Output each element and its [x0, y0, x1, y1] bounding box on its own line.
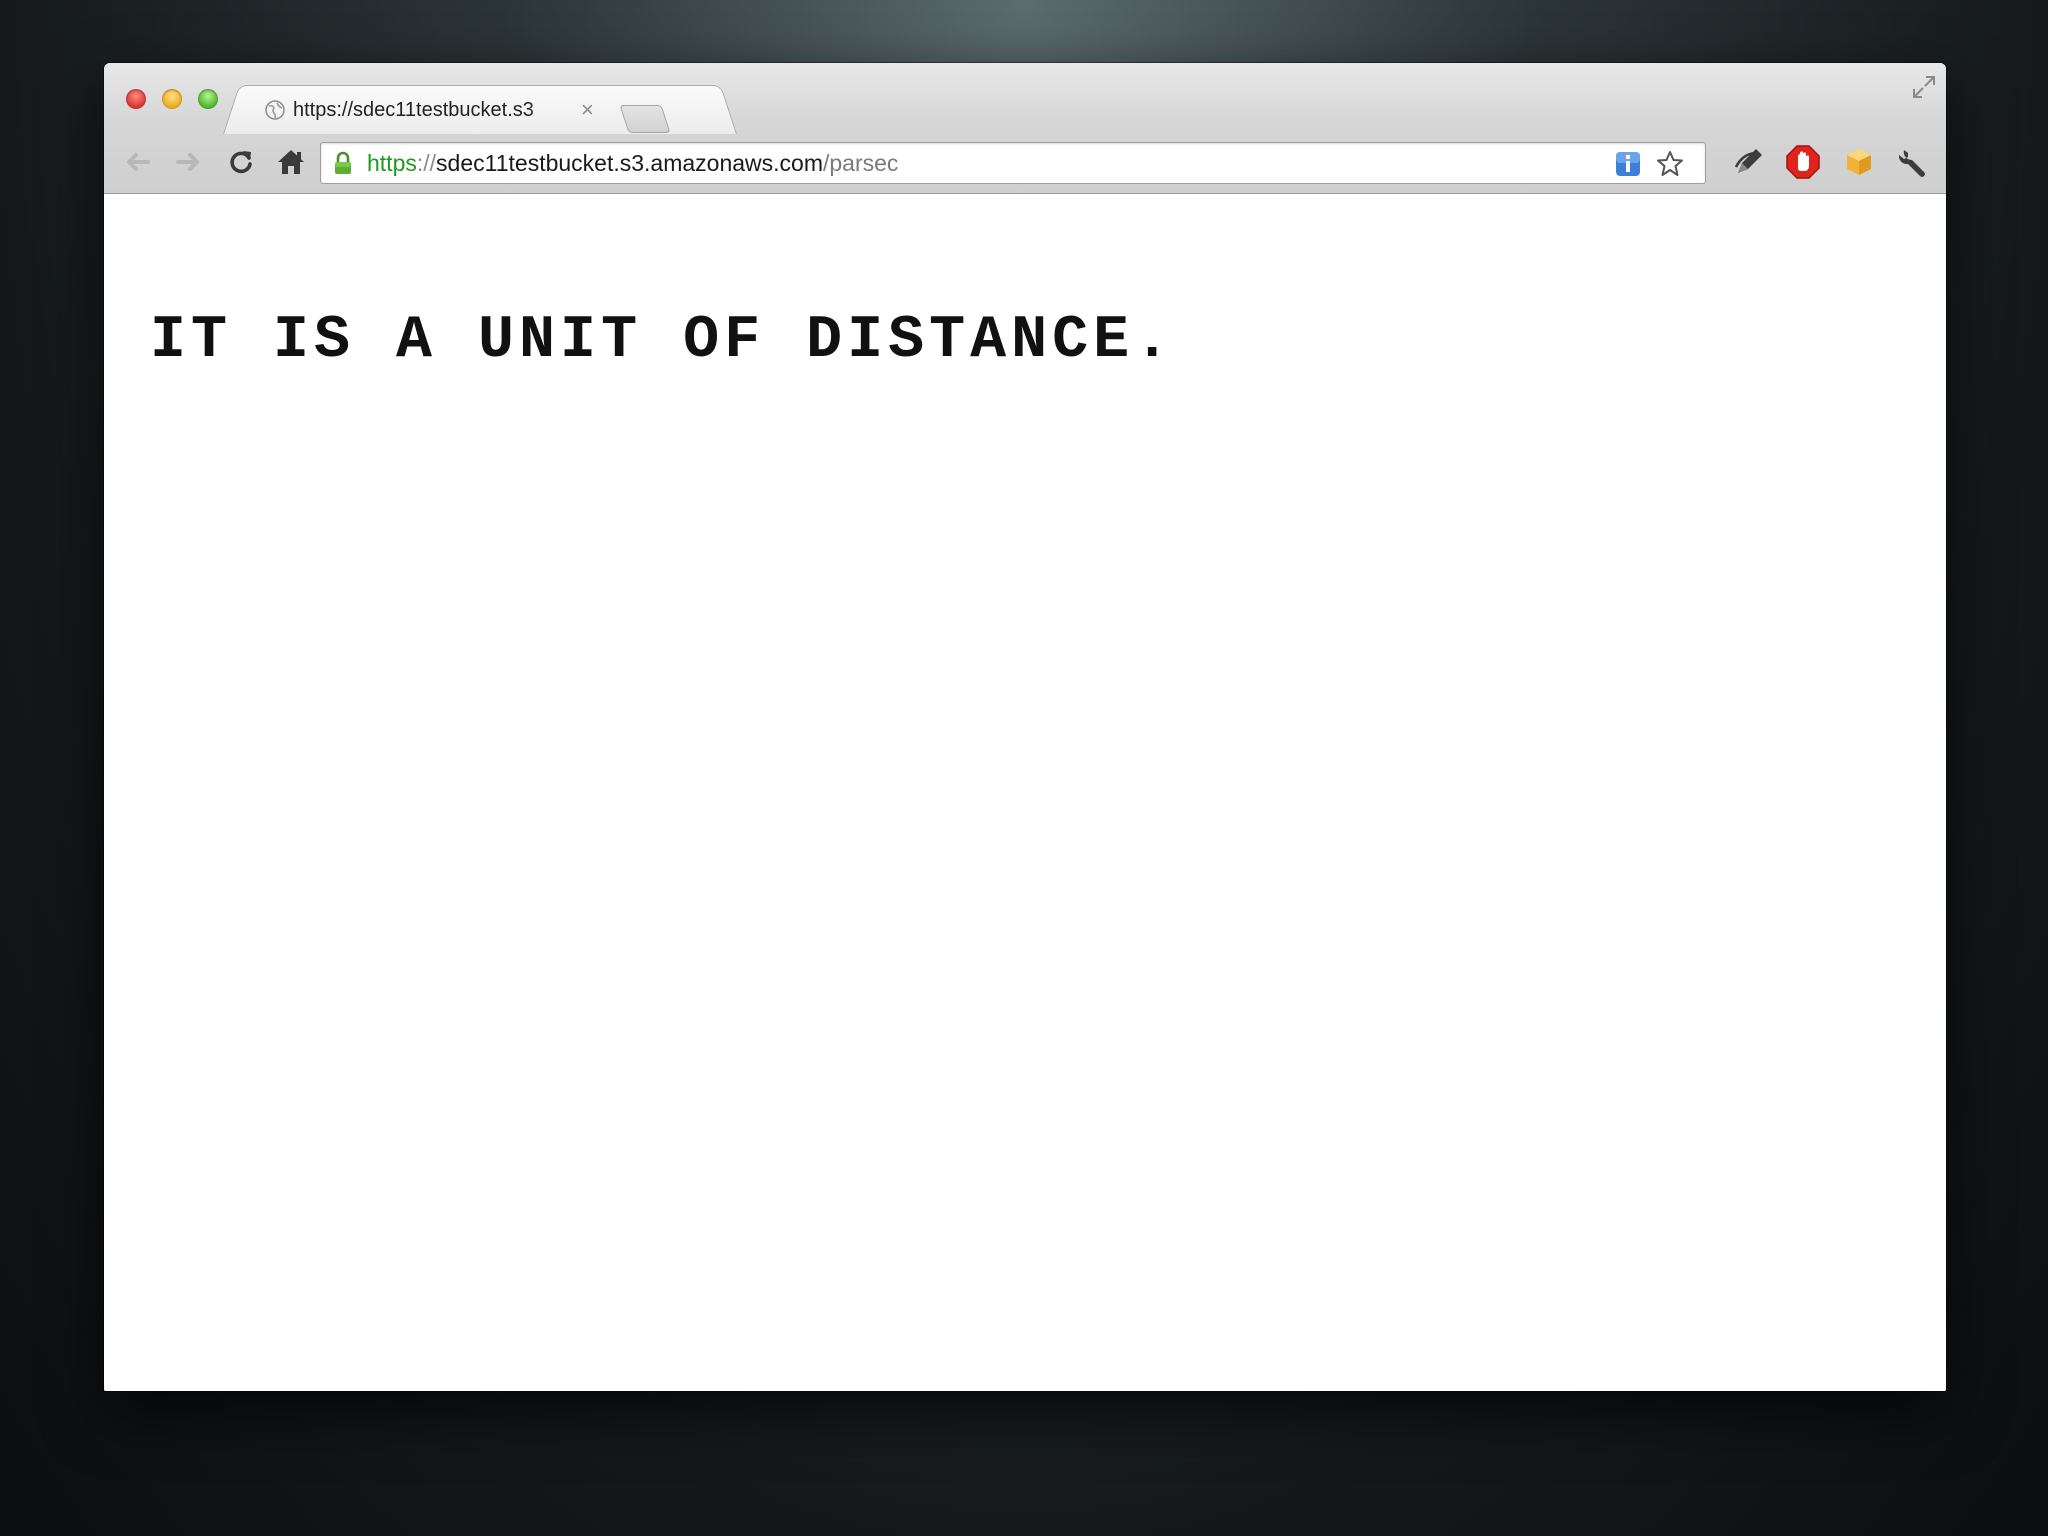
- close-tab-icon[interactable]: ×: [581, 97, 594, 122]
- page-content: IT IS A UNIT OF DISTANCE.: [104, 194, 1946, 1391]
- url-host: sdec11testbucket.s3.amazonaws.com: [436, 150, 823, 176]
- info-extension-icon[interactable]: [1613, 149, 1643, 179]
- bookmark-star-icon[interactable]: [1655, 149, 1685, 179]
- minimize-window-button[interactable]: [162, 89, 182, 109]
- lock-icon: [333, 151, 353, 175]
- fullscreen-icon[interactable]: [1908, 71, 1940, 103]
- pen-extension-icon[interactable]: [1730, 143, 1768, 181]
- globe-icon: [263, 98, 287, 122]
- close-window-button[interactable]: [126, 89, 146, 109]
- browser-chrome: https://sdec11testbucket.s3 × https://sd…: [104, 63, 1946, 194]
- stop-extension-icon[interactable]: [1784, 143, 1822, 181]
- zoom-window-button[interactable]: [198, 89, 218, 109]
- page-heading-text: IT IS A UNIT OF DISTANCE.: [150, 307, 1176, 375]
- new-tab-button[interactable]: [619, 105, 671, 133]
- tab-title: https://sdec11testbucket.s3: [293, 98, 534, 121]
- reload-icon[interactable]: [222, 143, 260, 181]
- cube-extension-icon[interactable]: [1840, 143, 1878, 181]
- address-bar[interactable]: https://sdec11testbucket.s3.amazonaws.co…: [320, 142, 1706, 184]
- url-path: /parsec: [822, 150, 899, 176]
- browser-window: https://sdec11testbucket.s3 × https://sd…: [104, 63, 1946, 1391]
- url-separator: ://: [416, 150, 437, 176]
- back-arrow-icon[interactable]: [118, 143, 156, 181]
- wrench-icon[interactable]: [1894, 143, 1932, 181]
- forward-arrow-icon[interactable]: [170, 143, 208, 181]
- url-text: https://sdec11testbucket.s3.amazonaws.co…: [367, 150, 898, 176]
- url-scheme: https: [367, 150, 417, 176]
- home-icon[interactable]: [272, 143, 310, 181]
- toolbar: https://sdec11testbucket.s3.amazonaws.co…: [104, 133, 1946, 193]
